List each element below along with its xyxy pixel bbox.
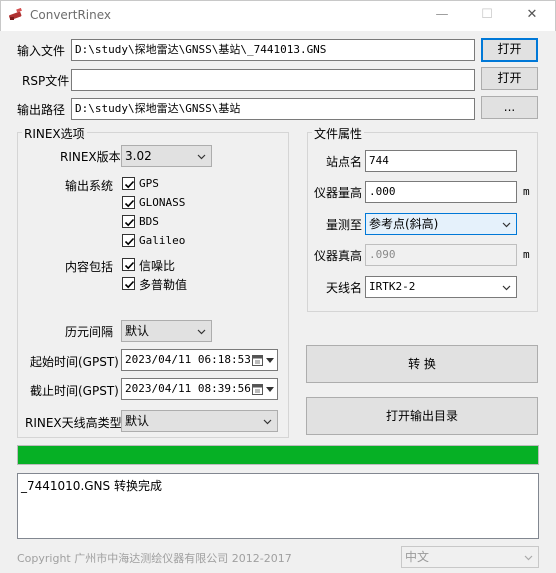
- log-output[interactable]: _7441010.GNS 转换完成: [17, 473, 539, 539]
- check-icon: [124, 261, 135, 270]
- copyright-text: Copyright 广州市中海达测绘仪器有限公司 2012-2017: [17, 552, 292, 565]
- antenna-height-type-select[interactable]: 默认: [121, 410, 278, 432]
- doppler-label: 多普勒值: [139, 278, 188, 292]
- glonass-checkbox[interactable]: [122, 196, 135, 209]
- galileo-checkbox[interactable]: [122, 234, 135, 247]
- chevron-down-icon: [197, 154, 206, 160]
- language-value: 中文: [405, 550, 430, 564]
- epoch-interval-select[interactable]: 默认: [121, 320, 212, 342]
- output-path-field[interactable]: D:\study\探地雷达\GNSS\基站: [71, 98, 475, 120]
- measure-to-select[interactable]: 参考点(斜高): [365, 213, 517, 235]
- station-name-field[interactable]: 744: [365, 150, 517, 172]
- rsp-file-label: RSP文件: [22, 74, 70, 88]
- snr-checkbox[interactable]: [122, 258, 135, 271]
- output-systems-label: 输出系统: [65, 179, 114, 193]
- open-output-folder-button[interactable]: 打开输出目录: [306, 397, 538, 435]
- rsp-open-button[interactable]: 打开: [481, 67, 538, 90]
- start-time-label: 起始时间(GPST): [30, 355, 119, 369]
- check-icon: [124, 280, 135, 289]
- antenna-height-type-label: RINEX天线高类型: [25, 416, 122, 430]
- maximize-button[interactable]: ☐: [472, 4, 502, 26]
- chevron-down-icon: [263, 419, 272, 425]
- content-includes-label: 内容包括: [65, 260, 114, 274]
- end-time-value: 2023/04/11 08:39:56: [125, 382, 251, 395]
- input-file-label: 输入文件: [17, 44, 66, 58]
- file-attributes-title: 文件属性: [312, 125, 365, 142]
- rinex-version-label: RINEX版本: [60, 150, 121, 164]
- rinex-version-select[interactable]: 3.02: [121, 145, 212, 167]
- check-icon: [124, 237, 135, 246]
- progress-fill: [18, 446, 538, 464]
- glonass-label: GLONASS: [139, 196, 186, 209]
- chevron-down-icon: [502, 222, 511, 228]
- log-text: _7441010.GNS 转换完成: [21, 479, 162, 493]
- epoch-interval-label: 历元间隔: [65, 325, 114, 339]
- check-icon: [124, 199, 135, 208]
- progress-bar: [17, 445, 539, 465]
- output-path-label: 输出路径: [17, 103, 66, 117]
- bds-checkbox[interactable]: [122, 215, 135, 228]
- calendar-icon: [252, 384, 263, 395]
- epoch-interval-value: 默认: [125, 324, 150, 338]
- instrument-height-field[interactable]: .000: [365, 181, 517, 203]
- antenna-name-label: 天线名: [326, 281, 363, 295]
- start-time-value: 2023/04/11 06:18:53: [125, 353, 251, 366]
- close-button[interactable]: ✕: [517, 4, 547, 26]
- true-height-label: 仪器真高: [314, 249, 363, 263]
- rinex-version-value: 3.02: [125, 149, 152, 163]
- app-icon: [9, 8, 22, 20]
- convert-button[interactable]: 转 换: [306, 345, 538, 383]
- chevron-down-icon: [524, 555, 533, 561]
- minimize-button[interactable]: —: [427, 4, 457, 26]
- chevron-down-icon: [266, 358, 274, 363]
- calendar-icon: [252, 355, 263, 366]
- measure-to-value: 参考点(斜高): [369, 217, 439, 231]
- start-time-picker[interactable]: 2023/04/11 06:18:53: [121, 349, 278, 371]
- instrument-height-label: 仪器量高: [314, 186, 363, 200]
- instrument-height-unit: m: [523, 185, 530, 198]
- end-time-label: 截止时间(GPST): [30, 384, 119, 398]
- chevron-down-icon: [266, 387, 274, 392]
- true-height-unit: m: [523, 248, 530, 261]
- input-file-field[interactable]: D:\study\探地雷达\GNSS\基站\_7441013.GNS: [71, 39, 475, 61]
- gps-label: GPS: [139, 177, 159, 190]
- measure-to-label: 量测至: [326, 218, 363, 232]
- end-time-picker[interactable]: 2023/04/11 08:39:56: [121, 378, 278, 400]
- galileo-label: Galileo: [139, 234, 186, 247]
- antenna-height-type-value: 默认: [125, 414, 150, 428]
- true-height-field: .090: [365, 244, 517, 266]
- doppler-checkbox[interactable]: [122, 277, 135, 290]
- antenna-name-select[interactable]: IRTK2-2: [365, 276, 517, 298]
- check-icon: [124, 180, 135, 189]
- antenna-name-value: IRTK2-2: [369, 280, 416, 293]
- input-open-button[interactable]: 打开: [481, 38, 538, 62]
- window-title: ConvertRinex: [30, 8, 111, 22]
- station-name-label: 站点名: [326, 155, 363, 169]
- snr-label: 信噪比: [139, 259, 176, 273]
- browse-output-button[interactable]: ...: [481, 96, 538, 119]
- gps-checkbox[interactable]: [122, 177, 135, 190]
- chevron-down-icon: [197, 329, 206, 335]
- chevron-down-icon: [502, 285, 511, 291]
- rinex-options-title: RINEX选项: [22, 125, 87, 142]
- bds-label: BDS: [139, 215, 159, 228]
- rsp-file-field[interactable]: [71, 69, 475, 91]
- check-icon: [124, 218, 135, 227]
- language-select[interactable]: 中文: [401, 546, 539, 568]
